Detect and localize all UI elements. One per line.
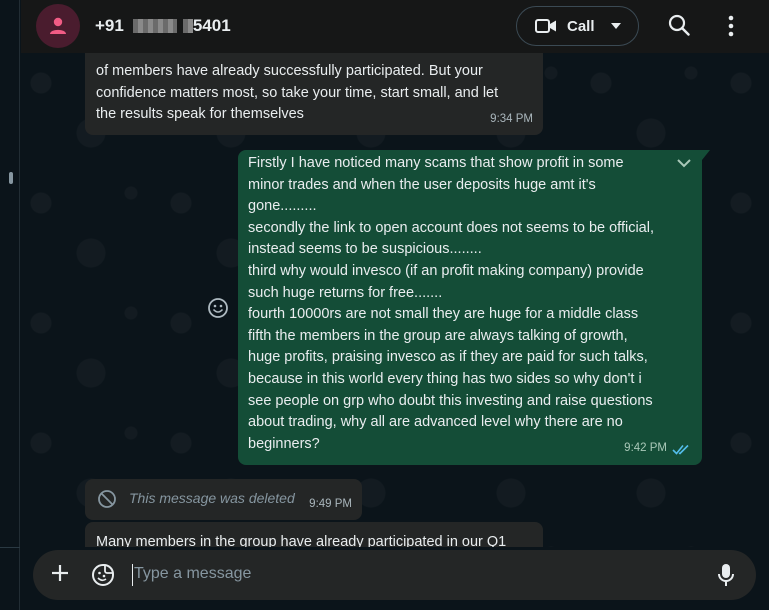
message-line: fifth the members in the group are alway… [248,327,628,344]
smiley-icon [208,298,228,318]
emoji-reaction-button[interactable] [207,297,229,324]
call-label: Call [567,17,595,35]
message-meta: 9:42 PM [624,438,690,460]
message-line: see people on grp who doubt this investi… [248,392,653,409]
message-outgoing[interactable]: Firstly I have noticed many scams that s… [238,150,702,465]
message-text: Firstly I have noticed many scams that s… [248,153,692,455]
message-line: minor trades and when the user deposits … [248,176,596,193]
bubble-tail [702,150,710,160]
message-incoming[interactable]: Many members in the group have already p… [85,522,543,547]
more-vert-icon[interactable] [728,15,734,37]
message-line: secondly the link to open account does n… [248,219,654,236]
blocked-icon [98,489,116,508]
composer-bar: Type a message [21,547,769,610]
contact-name[interactable]: +91 5401 [95,16,231,36]
microphone-icon[interactable] [718,563,734,587]
message-line: about trading, why all are advanced leve… [248,414,623,431]
message-line: Firstly I have noticed many scams that s… [248,155,624,171]
double-check-icon [672,444,689,455]
message-line: the results speak for themselves [96,106,304,123]
message-line: confidence matters most, so take your ti… [96,84,499,101]
message-line: instead seems to be suspicious........ [248,241,482,258]
message-deleted[interactable]: This message was deleted 9:49 PM [85,479,362,520]
message-input[interactable]: Type a message [134,565,251,583]
message-time: 9:34 PM [490,113,533,126]
message-text: of members have already successfully par… [96,61,531,126]
left-divider [0,547,20,548]
message-line: gone......... [248,198,317,215]
chat-header: +91 5401 Call [21,0,769,53]
contact-prefix: +91 [95,16,124,35]
left-panel-edge [0,0,20,610]
redacted-number [132,19,177,33]
message-line: such huge returns for free....... [248,284,443,301]
left-scrollbar-thumb[interactable] [9,172,13,184]
avatar[interactable] [36,4,80,48]
video-icon [535,19,556,33]
contact-suffix: 5401 [192,16,231,35]
plus-icon[interactable] [50,563,70,583]
message-line: fourth 10000rs are not small they are hu… [248,306,639,323]
call-button[interactable]: Call [516,6,639,46]
message-menu-chevron-icon[interactable] [676,158,692,168]
message-list[interactable]: of members have already successfully par… [21,53,769,547]
person-icon [50,17,66,34]
text-caret [132,564,133,586]
redacted-number-2 [182,19,193,33]
deleted-text: This message was deleted [129,490,295,506]
message-line: third why would invesco (if an profit ma… [248,262,644,279]
message-line: huge profits, praising invesco as if the… [248,349,648,366]
message-incoming[interactable]: of members have already successfully par… [85,53,543,135]
message-time: 9:49 PM [309,498,352,511]
message-line: Many members in the group have already p… [96,534,507,547]
sticker-icon[interactable] [91,563,115,587]
message-time: 9:42 PM [624,442,667,455]
chevron-down-icon [610,23,621,29]
composer: Type a message [33,550,756,600]
message-line: because in this world every thing has tw… [248,370,642,387]
message-line: of members have already successfully par… [96,63,483,79]
search-icon[interactable] [668,14,690,36]
